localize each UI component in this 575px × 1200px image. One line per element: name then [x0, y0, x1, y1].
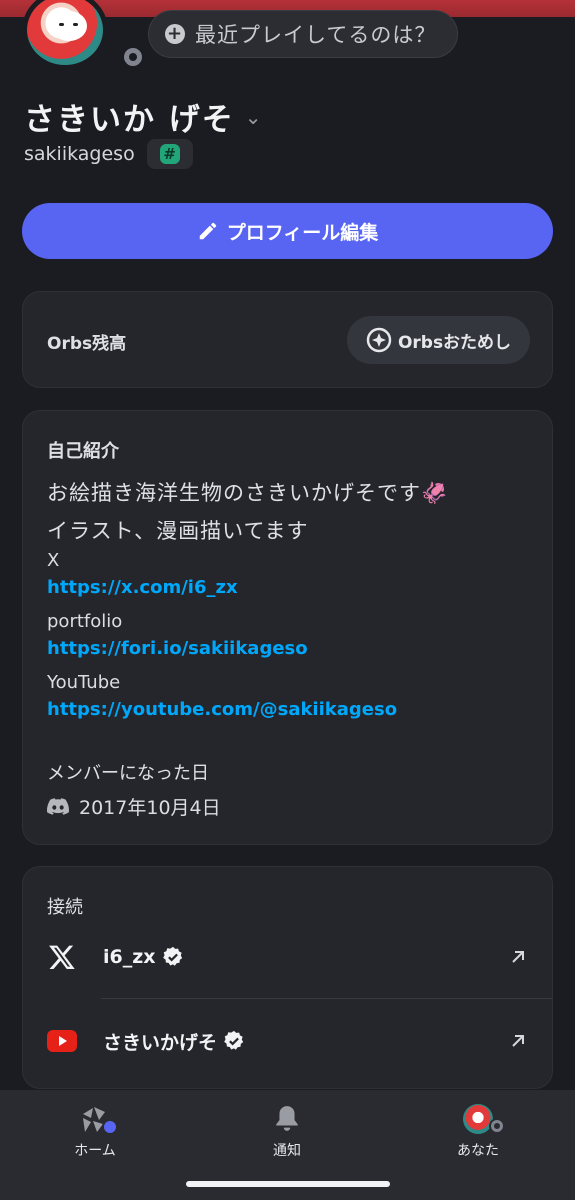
pencil-icon: [199, 222, 216, 240]
bio-x-label: X: [47, 550, 60, 571]
bio-portfolio-link[interactable]: https://fori.io/sakiikageso: [47, 638, 308, 659]
home-indicator: [186, 1181, 390, 1187]
plus-icon: +: [165, 23, 185, 44]
about-me-card: 自己紹介 お絵描き海洋生物のさきいかげそです🦑 イラスト、漫画描いてます X h…: [22, 410, 553, 845]
nav-notifications-label: 通知: [273, 1143, 301, 1159]
connection-divider: [101, 998, 552, 999]
server-tag-badge[interactable]: #: [146, 139, 193, 169]
orb-icon: [366, 327, 392, 353]
username-row: sakiikageso #: [24, 139, 193, 169]
nav-item-home[interactable]: ホーム: [45, 1104, 145, 1160]
orbs-balance-label: Orbs残高: [47, 334, 127, 354]
bio-youtube-label: YouTube: [47, 672, 121, 693]
verified-icon: [162, 946, 182, 966]
chevron-down-icon[interactable]: ⌄: [245, 105, 264, 129]
connection-name: さきいかげそ: [103, 1031, 218, 1054]
nav-item-you[interactable]: あなた: [428, 1104, 528, 1160]
member-since-date: 2017年10月4日: [79, 797, 221, 819]
activity-prompt-text: 最近プレイしてるのは？: [195, 23, 437, 47]
hashtag-icon: #: [159, 144, 180, 164]
bio-line: イラスト、漫画描いてます: [47, 519, 309, 543]
connection-row-x[interactable]: i6_zx: [23, 917, 554, 997]
activity-status-bubble[interactable]: + 最近プレイしてるのは？: [148, 10, 458, 58]
edit-profile-label: プロフィール編集: [226, 221, 379, 244]
verified-icon: [224, 1030, 244, 1050]
orbs-try-label: Orbsおためし: [397, 332, 512, 353]
external-link-icon[interactable]: [508, 947, 528, 967]
display-name-text: さきいか げそ: [24, 102, 235, 138]
orbs-card: Orbs残高 Orbsおためし: [22, 291, 553, 388]
bio-x-link[interactable]: https://x.com/i6_zx: [47, 577, 238, 598]
youtube-icon: [47, 1026, 77, 1056]
nav-home-label: ホーム: [74, 1143, 116, 1159]
status-offline-icon: [120, 44, 146, 70]
external-link-icon[interactable]: [508, 1031, 528, 1051]
display-name[interactable]: さきいか げそ ⌄: [24, 94, 264, 139]
profile-avatar[interactable]: [18, 0, 146, 80]
bio-portfolio-label: portfolio: [47, 611, 123, 632]
bio-youtube-link[interactable]: https://youtube.com/@sakiikageso: [47, 699, 397, 720]
bell-icon: [276, 1106, 298, 1131]
x-icon: [47, 942, 77, 972]
avatar: [463, 1104, 505, 1134]
member-since-row: 2017年10月4日: [47, 793, 221, 820]
connection-row-youtube[interactable]: さきいかげそ: [23, 1001, 554, 1081]
orbs-try-button[interactable]: Orbsおためし: [347, 316, 530, 364]
connections-card: 接続 i6_zx さきいかげそ: [22, 866, 553, 1089]
connections-title: 接続: [47, 897, 83, 918]
about-me-title: 自己紹介: [47, 441, 119, 462]
avatar-image: [22, 0, 108, 70]
unread-badge: [102, 1119, 118, 1135]
nav-you-label: あなた: [457, 1143, 499, 1159]
member-since-title: メンバーになった日: [47, 763, 209, 784]
edit-profile-button[interactable]: プロフィール編集: [22, 203, 553, 259]
connection-name: i6_zx: [103, 946, 156, 968]
discord-icon: [47, 798, 69, 815]
nav-item-notifications[interactable]: 通知: [237, 1104, 337, 1160]
bio-line: お絵描き海洋生物のさきいかげそです🦑: [47, 481, 449, 505]
status-offline-icon: [489, 1118, 505, 1134]
username: sakiikageso: [24, 143, 135, 165]
